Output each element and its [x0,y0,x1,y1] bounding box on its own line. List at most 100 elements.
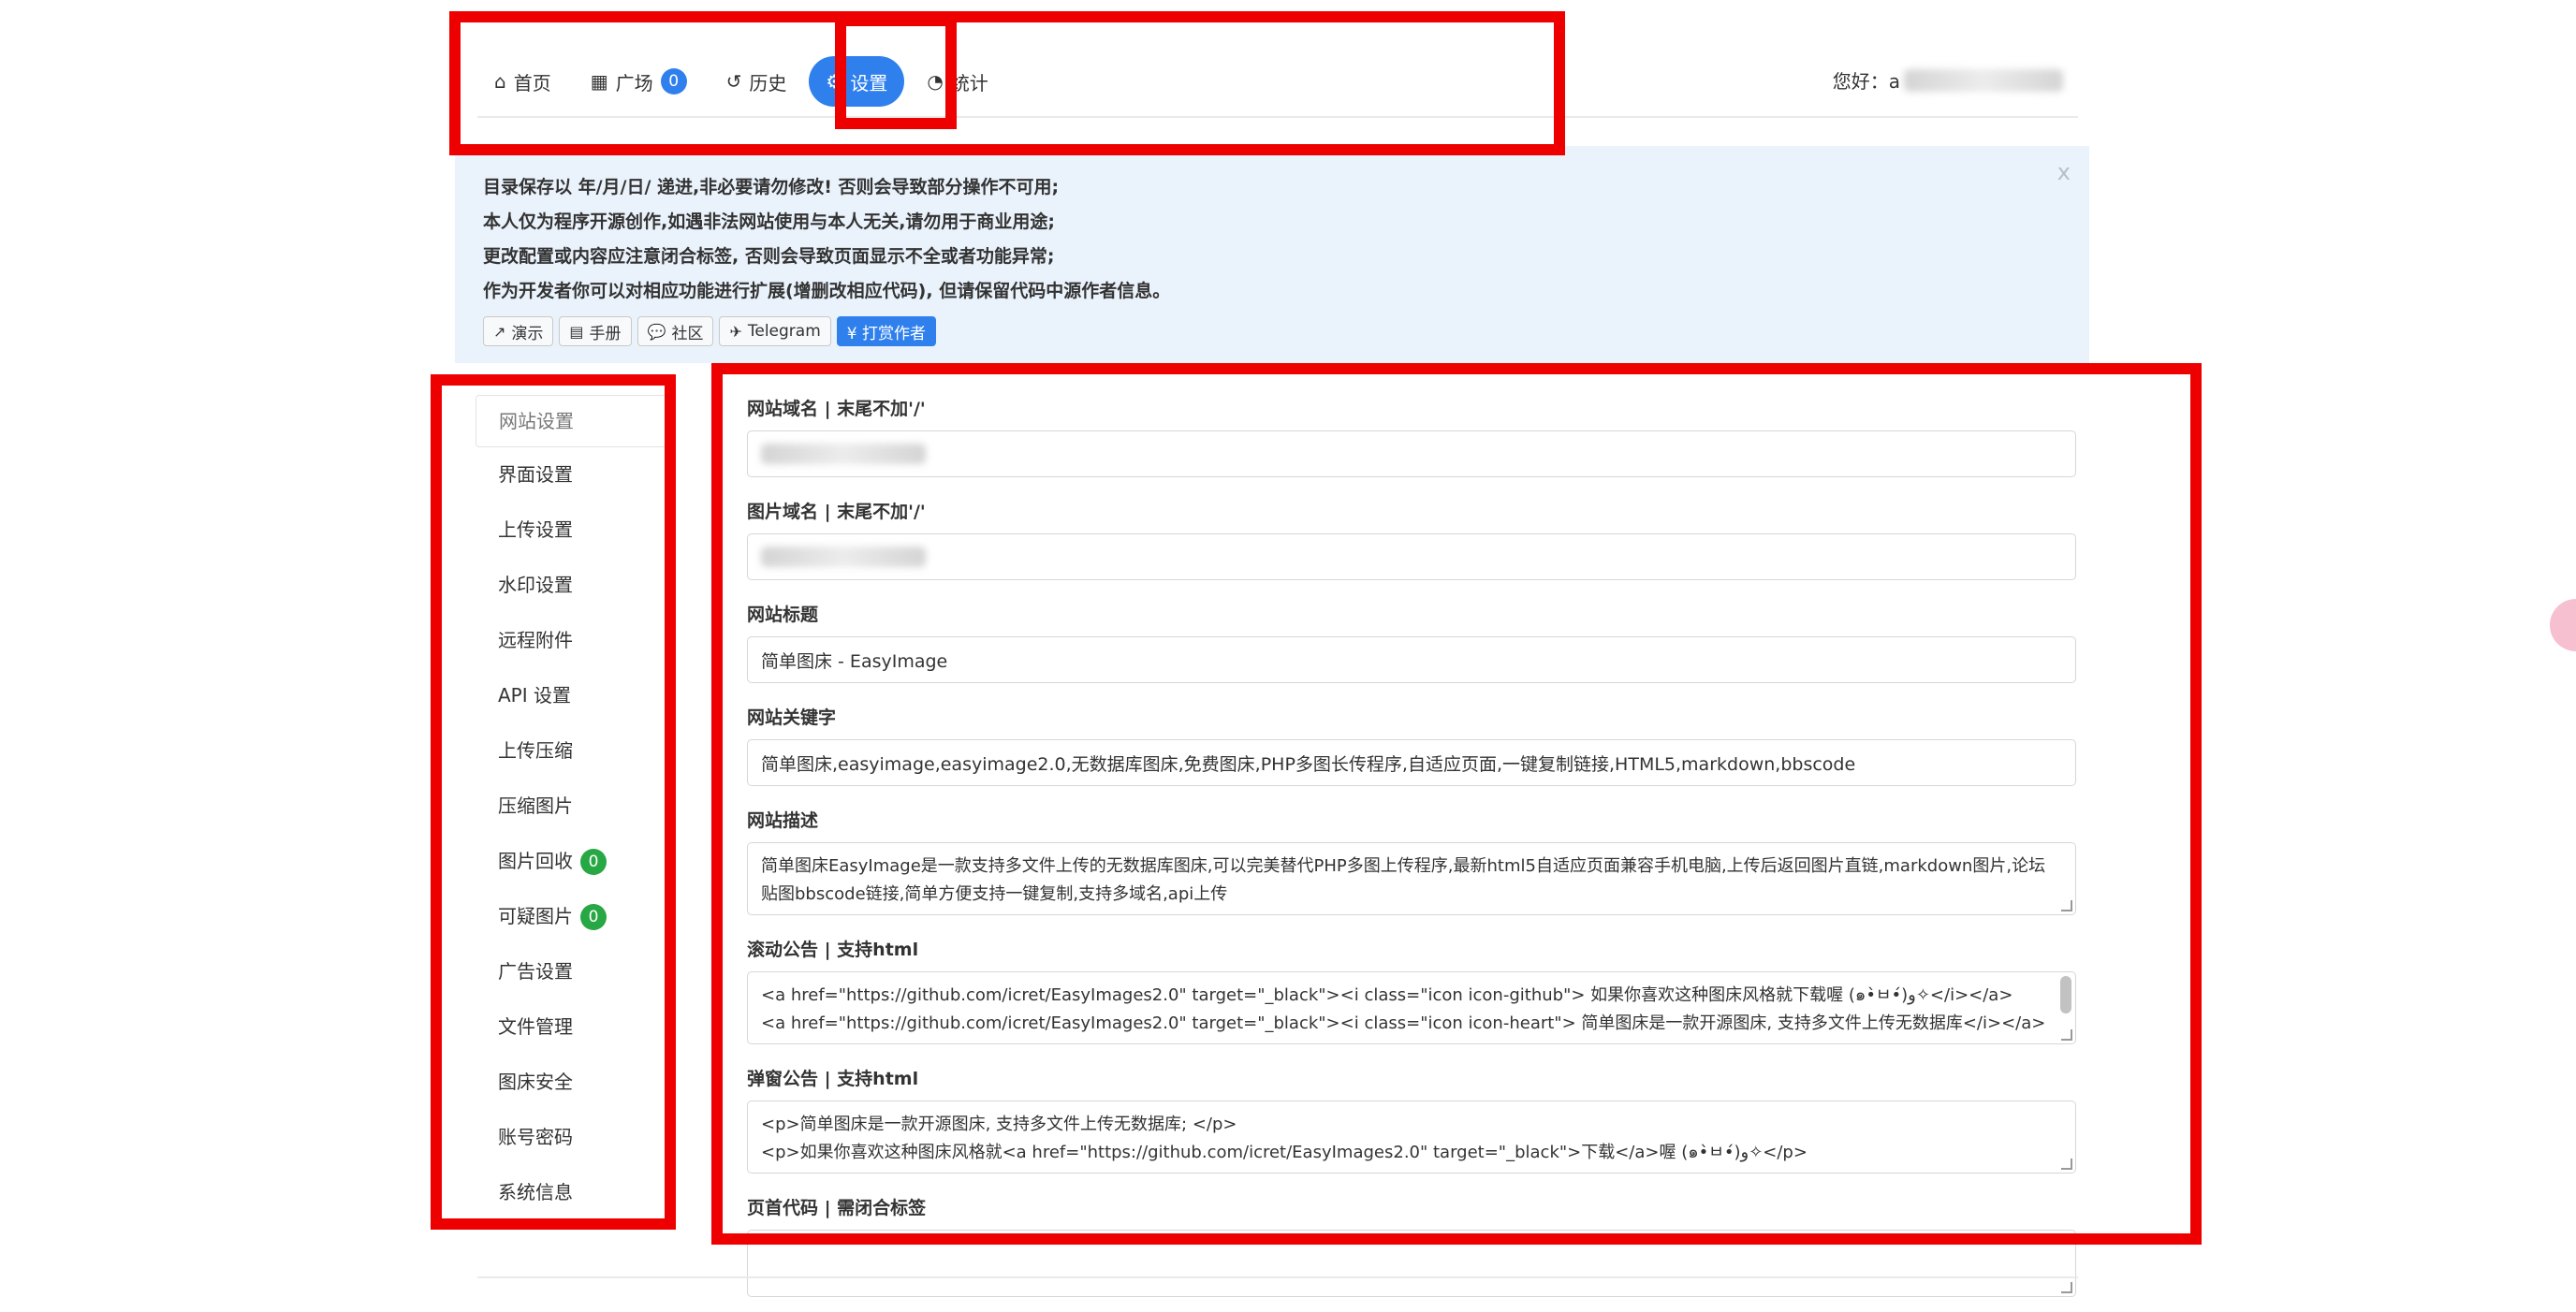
sidebar-item-label: 上传设置 [498,518,573,541]
notice-line: 更改配置或内容应注意闭合标签, 否则会导致页面显示不全或者功能异常; [483,246,1055,267]
sidebar-item-upload-settings[interactable]: 上传设置 [476,503,666,558]
blurred-domain-value [761,444,926,464]
sidebar-item-label: 图床安全 [498,1071,573,1093]
sidebar-item-label: 远程附件 [498,629,573,651]
site-description-text: 简单图床EasyImage是一款支持多文件上传的无数据库图床,可以完美替代PHP… [761,856,2046,904]
resize-handle-icon[interactable] [2061,1159,2072,1170]
site-description-label: 网站描述 [747,810,819,831]
settings-page: ⌂ 首页 ▦ 广场 0 ↺ 历史 ⚙ 设置 ◔ 统计 您好：a x 目录保存以 … [0,0,2576,1312]
manual-button[interactable]: ▤ 手册 [559,316,632,346]
header-code-label: 页首代码 | 需闭合标签 [747,1198,927,1218]
popup-notice-textarea[interactable]: <p>简单图床是一款开源图床, 支持多文件上传无数据库; </p> <p>如果你… [747,1101,2076,1174]
scroll-notice-line: <a href="https://github.com/icret/EasyIm… [761,985,2013,1005]
sidebar-item-image-recycle[interactable]: 图片回收 0 [476,834,666,889]
sidebar-item-label: 可疑图片 [498,905,573,927]
site-title-label: 网站标题 [747,605,819,625]
site-domain-input[interactable] [747,430,2076,477]
sidebar-item-suspicious-images[interactable]: 可疑图片 0 [476,889,666,944]
suspicious-count-badge: 0 [580,903,607,930]
recycle-count-badge: 0 [580,848,607,875]
notice-buttons: ↗ 演示 ▤ 手册 💬 社区 ✈ Telegram ¥ 打赏作者 [483,316,2089,346]
sidebar-item-label: 广告设置 [498,960,573,983]
settings-sidebar: 网站设置 界面设置 上传设置 水印设置 远程附件 API 设置 上传压缩 压缩图… [476,395,666,1218]
sidebar-item-upload-compress[interactable]: 上传压缩 [476,723,666,779]
sidebar-item-ad-settings[interactable]: 广告设置 [476,944,666,999]
nav-settings-label: 设置 [850,71,888,95]
nav-home[interactable]: ⌂ 首页 [477,56,568,107]
header-code-textarea[interactable] [747,1230,2076,1297]
grid-icon: ▦ [590,70,608,93]
blurred-username [1904,68,2063,92]
site-description-textarea[interactable]: 简单图床EasyImage是一款支持多文件上传的无数据库图床,可以完美替代PHP… [747,842,2076,915]
demo-button[interactable]: ↗ 演示 [483,316,554,346]
nav-history[interactable]: ↺ 历史 [710,56,804,107]
popup-notice-label: 弹窗公告 | 支持html [747,1069,919,1089]
sidebar-item-label: 系统信息 [498,1181,573,1203]
site-domain-label: 网站域名 | 末尾不加'/' [747,399,926,419]
sidebar-item-site-settings[interactable]: 网站设置 [476,395,666,447]
site-title-input[interactable]: 简单图床 - EasyImage [747,636,2076,683]
scroll-notice-label: 滚动公告 | 支持html [747,940,919,960]
donate-button-label: ¥ 打赏作者 [846,324,926,343]
sidebar-item-label: 图片回收 [498,850,573,872]
sidebar-item-label: 账号密码 [498,1126,573,1148]
top-nav: ⌂ 首页 ▦ 广场 0 ↺ 历史 ⚙ 设置 ◔ 统计 您好：a [477,47,2078,118]
sidebar-item-ui-settings[interactable]: 界面设置 [476,447,666,503]
sidebar-item-file-manager[interactable]: 文件管理 [476,999,666,1055]
pie-chart-icon: ◔ [927,70,944,93]
sidebar-item-api-settings[interactable]: API 设置 [476,668,666,723]
resize-handle-icon[interactable] [2061,900,2072,911]
footer-divider [477,1276,2078,1278]
resize-handle-icon[interactable] [2061,1282,2072,1293]
home-icon: ⌂ [494,70,506,93]
sidebar-item-label: 界面设置 [498,463,573,486]
nav-square-badge: 0 [660,68,687,95]
nav-settings[interactable]: ⚙ 设置 [809,56,905,107]
sidebar-item-compress-images[interactable]: 压缩图片 [476,779,666,834]
sidebar-item-label: 上传压缩 [498,739,573,762]
sidebar-item-label: 水印设置 [498,574,573,596]
paper-plane-icon: ✈ [729,322,742,341]
notice-panel: x 目录保存以 年/月/日/ 递进,非必要请勿修改! 否则会导致部分操作不可用;… [455,146,2089,363]
sidebar-item-security[interactable]: 图床安全 [476,1055,666,1110]
community-button[interactable]: 💬 社区 [637,316,714,346]
nav-home-label: 首页 [513,71,551,95]
user-greeting[interactable]: 您好：a [1833,66,2063,94]
sidebar-item-system-info[interactable]: 系统信息 [476,1165,666,1220]
gears-icon: ⚙ [826,70,843,93]
notice-line: 作为开发者你可以对相应功能进行扩展(增删改相应代码), 但请保留代码中源作者信息… [483,281,1171,301]
image-domain-input[interactable] [747,533,2076,580]
textarea-scrollbar[interactable] [2060,976,2071,1013]
book-icon: ▤ [569,322,584,341]
resize-handle-icon[interactable] [2061,1029,2072,1041]
sidebar-item-label: 网站设置 [499,409,574,432]
image-domain-label: 图片域名 | 末尾不加'/' [747,502,926,522]
history-icon: ↺ [725,70,742,93]
nav-stats-label: 统计 [950,71,988,95]
scroll-notice-textarea[interactable]: <a href="https://github.com/icret/EasyIm… [747,971,2076,1044]
donate-button[interactable]: ¥ 打赏作者 [836,316,936,346]
telegram-button[interactable]: ✈ Telegram [719,316,831,346]
sidebar-item-remote-attachment[interactable]: 远程附件 [476,613,666,668]
floating-widget[interactable] [2550,599,2576,651]
sidebar-item-account-password[interactable]: 账号密码 [476,1110,666,1165]
nav-square-label: 广场 [615,71,653,95]
nav-history-label: 历史 [749,71,787,95]
popup-notice-line: <p>如果你喜欢这种图床风格就<a href="https://github.c… [761,1143,1808,1162]
site-keywords-input[interactable]: 简单图床,easyimage,easyimage2.0,无数据库图床,免费图床,… [747,739,2076,786]
sidebar-item-watermark-settings[interactable]: 水印设置 [476,558,666,613]
sidebar-item-label: 压缩图片 [498,794,573,817]
demo-button-label: 演示 [511,324,544,343]
site-keywords-label: 网站关键字 [747,707,837,728]
nav-stats[interactable]: ◔ 统计 [910,56,1004,107]
notice-line: 本人仅为程序开源创作,如遇非法网站使用与本人无关,请勿用于商业用途; [483,211,1056,232]
close-icon[interactable]: x [2057,159,2071,185]
nav-square[interactable]: ▦ 广场 0 [574,56,704,107]
sidebar-item-label: API 设置 [498,684,571,707]
community-button-label: 社区 [671,324,704,343]
manual-button-label: 手册 [589,324,622,343]
scroll-notice-line: <a href="https://github.com/icret/EasyIm… [761,1013,2046,1033]
popup-notice-line: <p>简单图床是一款开源图床, 支持多文件上传无数据库; </p> [761,1115,1237,1134]
comments-icon: 💬 [647,322,666,341]
blurred-image-domain-value [761,547,926,567]
